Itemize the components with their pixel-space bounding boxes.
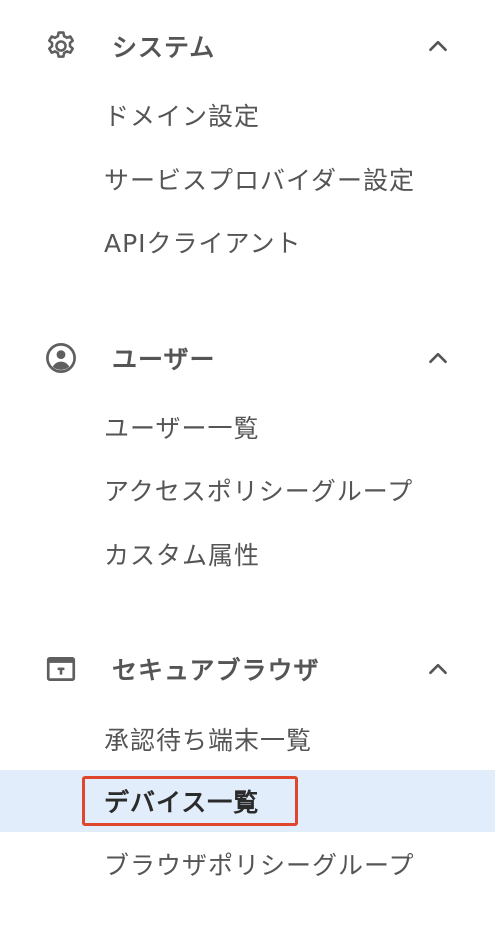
section-title: システム [112, 33, 216, 62]
nav-item-service-provider-settings[interactable]: サービスプロバイダー設定 [0, 148, 495, 210]
nav-item-browser-policy-group[interactable]: ブラウザポリシーグループ [0, 833, 495, 895]
section-header-secure-browser[interactable]: セキュアブラウザ [0, 645, 495, 693]
nav-section-secure-browser: セキュアブラウザ [0, 645, 495, 693]
section-title: ユーザー [112, 345, 216, 374]
section-title: セキュアブラウザ [112, 656, 320, 685]
nav-item-label: 承認待ち端末一覧 [104, 726, 313, 755]
section-header-users[interactable]: ユーザー [0, 334, 495, 382]
section-header-system[interactable]: システム [0, 22, 495, 70]
nav-item-pending-devices[interactable]: 承認待ち端末一覧 [0, 708, 495, 770]
nav-item-device-list[interactable]: デバイス一覧 [0, 770, 495, 832]
nav-item-label: アクセスポリシーグループ [104, 477, 414, 506]
nav-section-users: ユーザー [0, 334, 495, 382]
nav-item-label: サービスプロバイダー設定 [104, 166, 416, 195]
chevron-up-icon[interactable] [424, 344, 452, 372]
nav-item-label: APIクライアント [104, 229, 302, 258]
browser-window-icon [44, 652, 78, 686]
nav-item-label: ドメイン設定 [104, 102, 261, 131]
gear-icon [44, 29, 78, 63]
nav-item-user-list[interactable]: ユーザー一覧 [0, 396, 495, 458]
nav-item-domain-settings[interactable]: ドメイン設定 [0, 84, 495, 146]
nav-item-access-policy-group[interactable]: アクセスポリシーグループ [0, 459, 495, 521]
nav-item-custom-attributes[interactable]: カスタム属性 [0, 523, 495, 585]
nav-item-label: カスタム属性 [104, 541, 261, 570]
highlight-box [82, 776, 298, 826]
account-circle-icon [44, 341, 78, 375]
nav-item-label: ブラウザポリシーグループ [104, 851, 415, 880]
nav-section-system: システム [0, 22, 495, 70]
chevron-up-icon[interactable] [424, 32, 452, 60]
nav-item-label: ユーザー一覧 [104, 414, 260, 443]
chevron-up-icon[interactable] [424, 655, 452, 683]
nav-item-api-client[interactable]: APIクライアント [0, 211, 495, 273]
